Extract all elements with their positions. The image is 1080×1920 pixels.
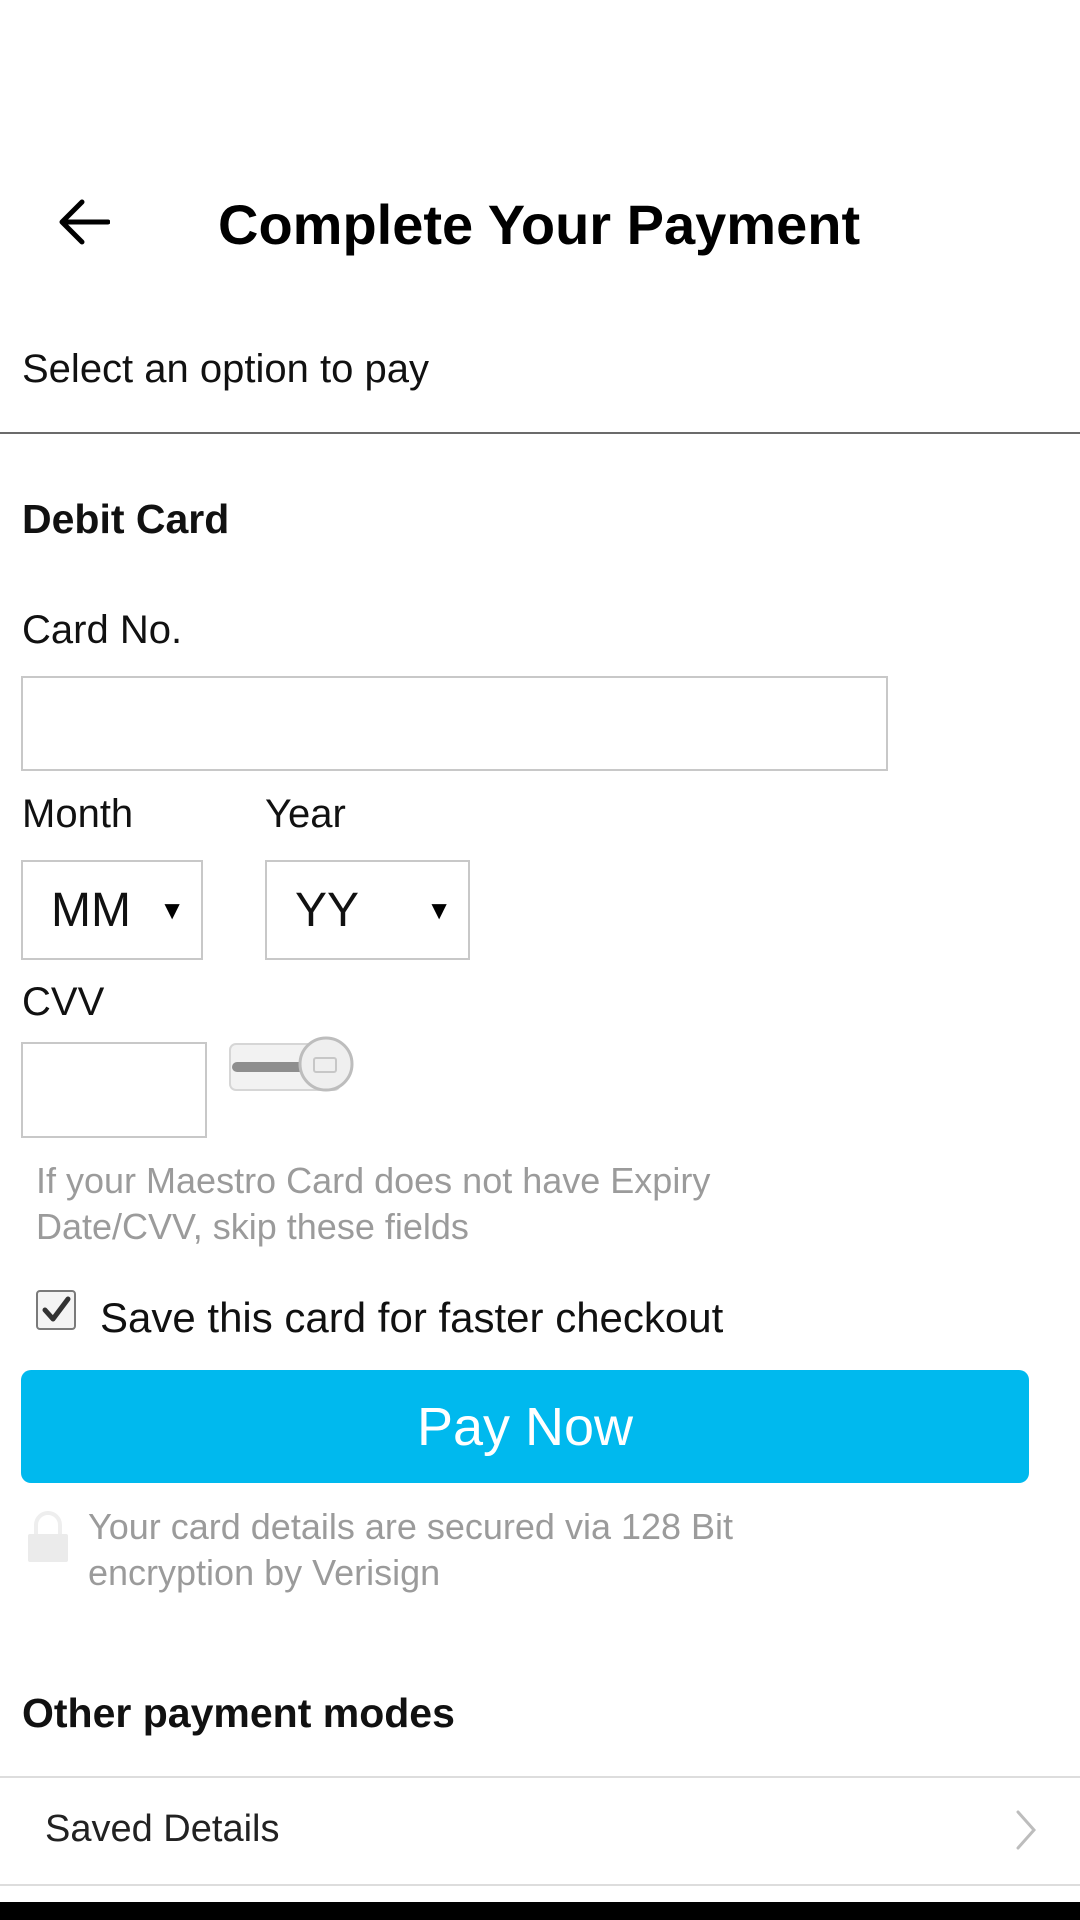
cvv-visibility-toggle[interactable] bbox=[228, 1034, 358, 1104]
saved-details-label: Saved Details bbox=[45, 1808, 280, 1850]
saved-details-row[interactable]: Saved Details bbox=[0, 1776, 1080, 1886]
system-nav-bar bbox=[0, 1902, 1080, 1920]
year-label: Year bbox=[265, 792, 346, 836]
year-select[interactable]: YY ▼ bbox=[265, 860, 470, 960]
page-title: Complete Your Payment bbox=[218, 193, 861, 256]
other-payment-modes-title: Other payment modes bbox=[22, 1690, 455, 1736]
save-card-checkbox[interactable] bbox=[36, 1290, 76, 1330]
caret-down-icon: ▼ bbox=[159, 894, 185, 925]
select-option-subtitle: Select an option to pay bbox=[22, 347, 429, 391]
card-number-input[interactable] bbox=[21, 676, 888, 771]
chevron-right-icon bbox=[1016, 1810, 1037, 1850]
month-select-value: MM bbox=[51, 883, 131, 937]
secure-note: Your card details are secured via 128 Bi… bbox=[88, 1506, 734, 1593]
debit-card-title: Debit Card bbox=[22, 496, 230, 542]
section-divider bbox=[0, 432, 1080, 434]
caret-down-icon: ▼ bbox=[426, 894, 452, 925]
toggle-icon bbox=[229, 1036, 354, 1092]
month-select[interactable]: MM ▼ bbox=[21, 860, 203, 960]
month-label: Month bbox=[22, 792, 134, 836]
back-button[interactable] bbox=[52, 190, 116, 254]
cvv-label: CVV bbox=[22, 980, 105, 1024]
year-select-value: YY bbox=[295, 883, 360, 937]
checkmark-icon bbox=[42, 1296, 71, 1322]
lock-icon bbox=[28, 1511, 68, 1562]
app-bar: Complete Your Payment bbox=[0, 150, 1080, 300]
pay-now-button[interactable]: Pay Now bbox=[21, 1370, 1029, 1483]
payment-screen: Complete Your Payment Select an option t… bbox=[0, 0, 1080, 1920]
card-number-label: Card No. bbox=[22, 608, 183, 652]
arrow-left-icon bbox=[59, 199, 110, 245]
cvv-input[interactable] bbox=[21, 1042, 207, 1138]
save-card-label: Save this card for faster checkout bbox=[100, 1294, 724, 1341]
maestro-hint: If your Maestro Card does not have Expir… bbox=[36, 1160, 711, 1247]
